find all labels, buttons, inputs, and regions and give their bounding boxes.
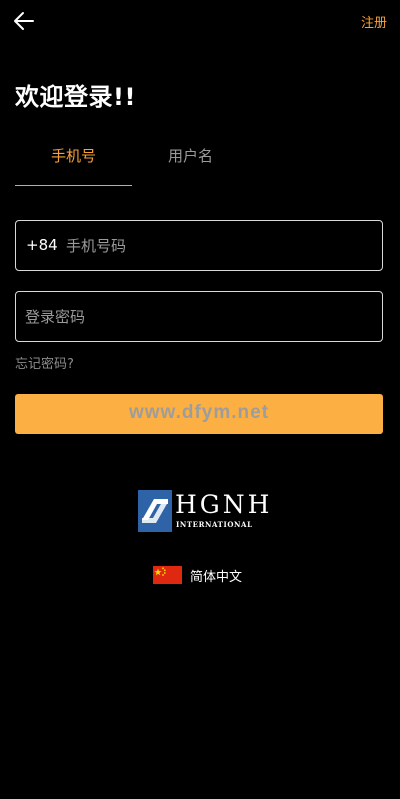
language-label: 简体中文: [190, 570, 243, 585]
register-link[interactable]: 注册: [361, 12, 387, 31]
password-field: [15, 291, 383, 342]
login-button[interactable]: www.dfym.net: [15, 394, 383, 434]
tab-phone[interactable]: 手机号: [15, 145, 132, 166]
phone-field: +84: [15, 220, 383, 271]
forgot-password-link[interactable]: 忘记密码?: [15, 353, 74, 372]
page-title: 欢迎登录!!: [15, 83, 136, 111]
company-logo: HGNH INTERNATIONAL: [138, 490, 269, 532]
country-code[interactable]: +84: [26, 236, 58, 254]
login-page: 注册 欢迎登录!! 手机号 用户名 +84 忘记密码? www.dfym.net…: [0, 0, 400, 799]
logo-subtitle: INTERNATIONAL: [176, 520, 253, 529]
active-tab-indicator: [15, 185, 132, 186]
arrow-left-icon: [14, 12, 34, 30]
login-tabs: 手机号 用户名: [15, 140, 385, 188]
tab-username[interactable]: 用户名: [132, 145, 249, 166]
china-flag-icon: [153, 566, 182, 584]
logo-title: HGNH: [175, 490, 273, 519]
phone-input[interactable]: [66, 221, 366, 270]
logo-mark: [138, 490, 172, 532]
password-input[interactable]: [25, 292, 365, 341]
back-button[interactable]: [12, 9, 36, 33]
watermark-text: www.dfym.net: [128, 402, 270, 423]
